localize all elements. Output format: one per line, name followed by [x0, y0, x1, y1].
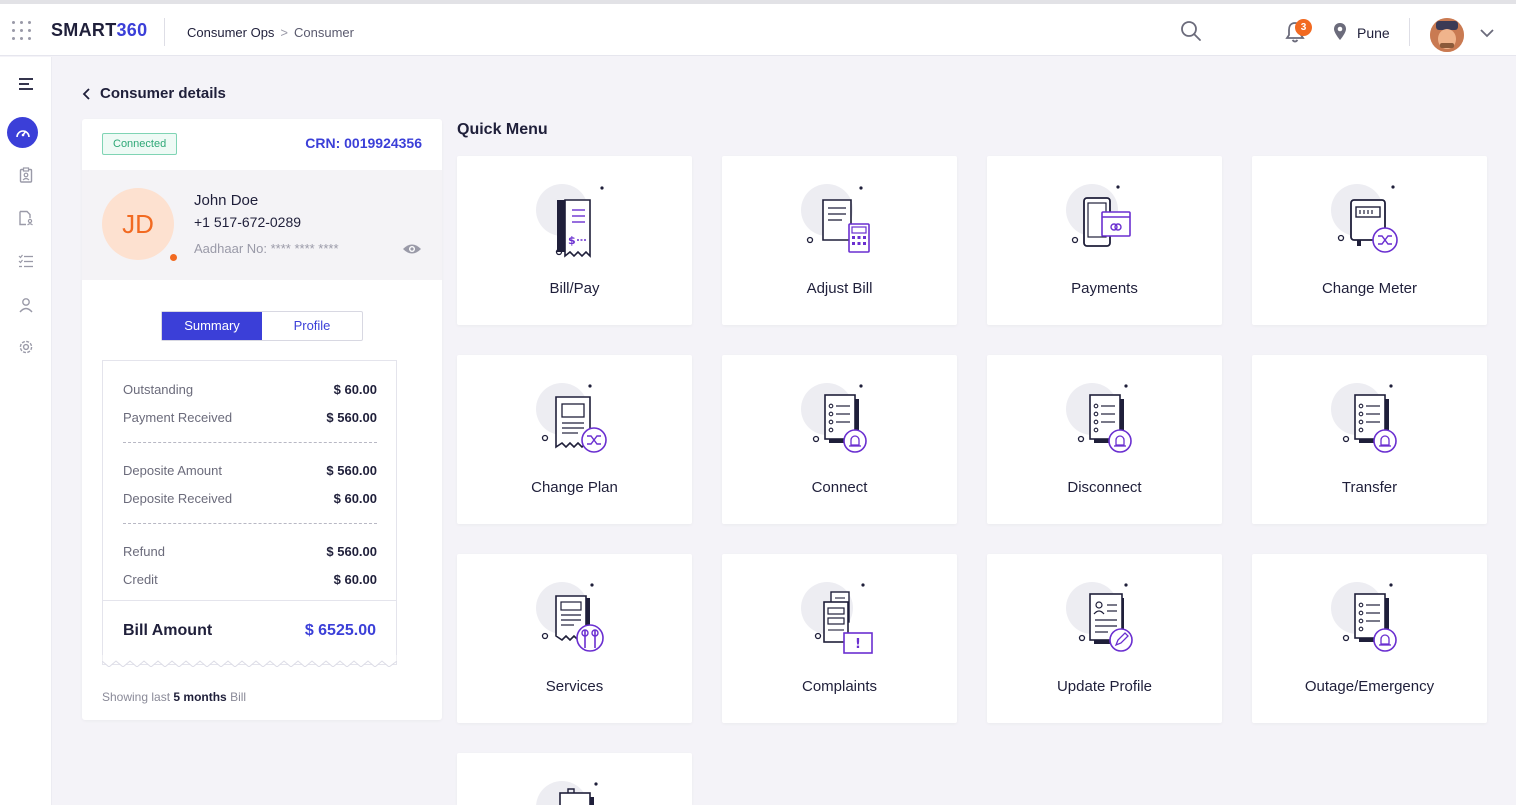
sidebar [0, 57, 52, 805]
gear-icon[interactable] [14, 335, 38, 359]
change-plan-icon [536, 383, 607, 453]
bill-amount-value: $ 6525.00 [304, 622, 376, 639]
document-user-icon[interactable] [14, 206, 38, 230]
search-icon[interactable] [1180, 20, 1202, 42]
tile-label: Transfer [1341, 479, 1398, 496]
breadcrumb-separator: > [280, 25, 289, 40]
summary-row-outstanding: Outstanding $ 60.00 [123, 382, 377, 397]
status-badge: Connected [102, 133, 178, 155]
adjust-bill-icon [801, 184, 870, 253]
more-icon [536, 781, 598, 805]
quick-menu-connect[interactable]: Connect [722, 355, 957, 524]
quick-menu-services[interactable]: Services [457, 554, 692, 723]
breadcrumb-current: Consumer [294, 25, 354, 40]
outage-emergency-icon [1331, 582, 1397, 652]
update-profile-icon [1066, 582, 1133, 652]
quick-menu-update-profile[interactable]: Update Profile [987, 554, 1222, 723]
summary-row-deposite-received: Deposite Received $ 60.00 [123, 491, 377, 506]
transfer-icon [1331, 383, 1397, 453]
location-pin-icon [1334, 23, 1346, 40]
quick-menu-title: Quick Menu [457, 121, 548, 138]
quick-menu-disconnect[interactable]: Disconnect [987, 355, 1222, 524]
consumer-card: Connected CRN: 0019924356 JD John Doe +1… [82, 119, 442, 720]
page-title-text: Consumer details [100, 85, 226, 102]
apps-grid-icon[interactable] [12, 21, 32, 41]
svg-text:$: $ [568, 234, 576, 247]
tile-label: Change Plan [531, 479, 618, 496]
divider [164, 18, 165, 46]
location-label[interactable]: Pune [1357, 25, 1390, 41]
status-dot [170, 254, 177, 261]
tile-label: Services [545, 678, 604, 695]
change-meter-icon [1331, 184, 1398, 253]
svg-text:!: ! [855, 637, 861, 652]
notification-badge: 3 [1295, 19, 1312, 36]
quick-menu-change-meter[interactable]: Change Meter [1252, 156, 1487, 325]
quick-menu-adjust-bill[interactable]: Adjust Bill [722, 156, 957, 325]
divider [123, 442, 377, 443]
quick-menu-bill-pay[interactable]: $ Bill/Pay [457, 156, 692, 325]
connect-icon [801, 383, 867, 453]
summary-row-refund: Refund $ 560.00 [123, 544, 377, 559]
tile-label: Outage/Emergency [1304, 678, 1435, 695]
clipboard-icon[interactable] [14, 163, 38, 187]
tile-label: Complaints [801, 678, 878, 695]
quick-menu-transfer[interactable]: Transfer [1252, 355, 1487, 524]
services-icon [536, 582, 604, 652]
tile-label: Update Profile [1056, 678, 1153, 695]
complaints-icon: ! [801, 582, 873, 654]
tile-label: Connect [811, 479, 868, 496]
breadcrumb: Consumer Ops > Consumer [187, 25, 354, 40]
tab-bar: Summary Profile [161, 311, 363, 341]
chevron-down-icon[interactable] [1480, 28, 1494, 38]
consumer-avatar: JD [102, 188, 174, 260]
bill-pay-icon: $ [536, 184, 604, 258]
quick-menu-payments[interactable]: Payments [987, 156, 1222, 325]
checklist-icon[interactable] [14, 249, 38, 273]
tile-label: Change Meter [1321, 280, 1418, 297]
summary-row-deposite-amount: Deposite Amount $ 560.00 [123, 463, 377, 478]
quick-menu-outage-emergency[interactable]: Outage/Emergency [1252, 554, 1487, 723]
zigzag-edge [102, 655, 397, 667]
tile-label: Payments [1071, 280, 1138, 297]
showing-note: Showing last 5 months Bill [102, 690, 247, 704]
eye-icon[interactable] [402, 242, 422, 256]
tile-label: Adjust Bill [806, 280, 873, 297]
consumer-aadhaar: Aadhaar No: **** **** **** [194, 241, 339, 256]
dashboard-icon[interactable] [7, 117, 38, 148]
logo[interactable]: SMART360 [51, 20, 147, 41]
menu-icon[interactable] [14, 72, 38, 96]
avatar[interactable] [1430, 18, 1464, 52]
tile-label: Disconnect [1067, 479, 1142, 496]
quick-menu-change-plan[interactable]: Change Plan [457, 355, 692, 524]
quick-menu-more[interactable] [457, 753, 692, 805]
disconnect-icon [1066, 383, 1132, 453]
breadcrumb-parent[interactable]: Consumer Ops [187, 25, 274, 40]
summary-row-payment-received: Payment Received $ 560.00 [123, 410, 377, 425]
tab-summary[interactable]: Summary [162, 312, 262, 340]
crn-number: CRN: 0019924356 [305, 135, 422, 151]
payments-icon [1066, 184, 1131, 247]
back-arrow-icon[interactable] [82, 87, 92, 100]
quick-menu-complaints[interactable]: ! Complaints [722, 554, 957, 723]
page-title: Consumer details [82, 85, 226, 102]
tab-profile[interactable]: Profile [262, 312, 362, 340]
top-bar: SMART360 Consumer Ops > Consumer 3 Pune [0, 4, 1516, 56]
tile-label: Bill/Pay [549, 280, 600, 297]
divider [1409, 18, 1410, 46]
consumer-profile: JD John Doe +1 517-672-0289 Aadhaar No: … [82, 170, 442, 280]
user-icon[interactable] [14, 293, 38, 317]
consumer-phone: +1 517-672-0289 [194, 214, 302, 230]
consumer-name: John Doe [194, 192, 259, 209]
divider [123, 523, 377, 524]
summary-row-credit: Credit $ 60.00 [123, 572, 377, 587]
bill-amount-label: Bill Amount [123, 622, 213, 639]
